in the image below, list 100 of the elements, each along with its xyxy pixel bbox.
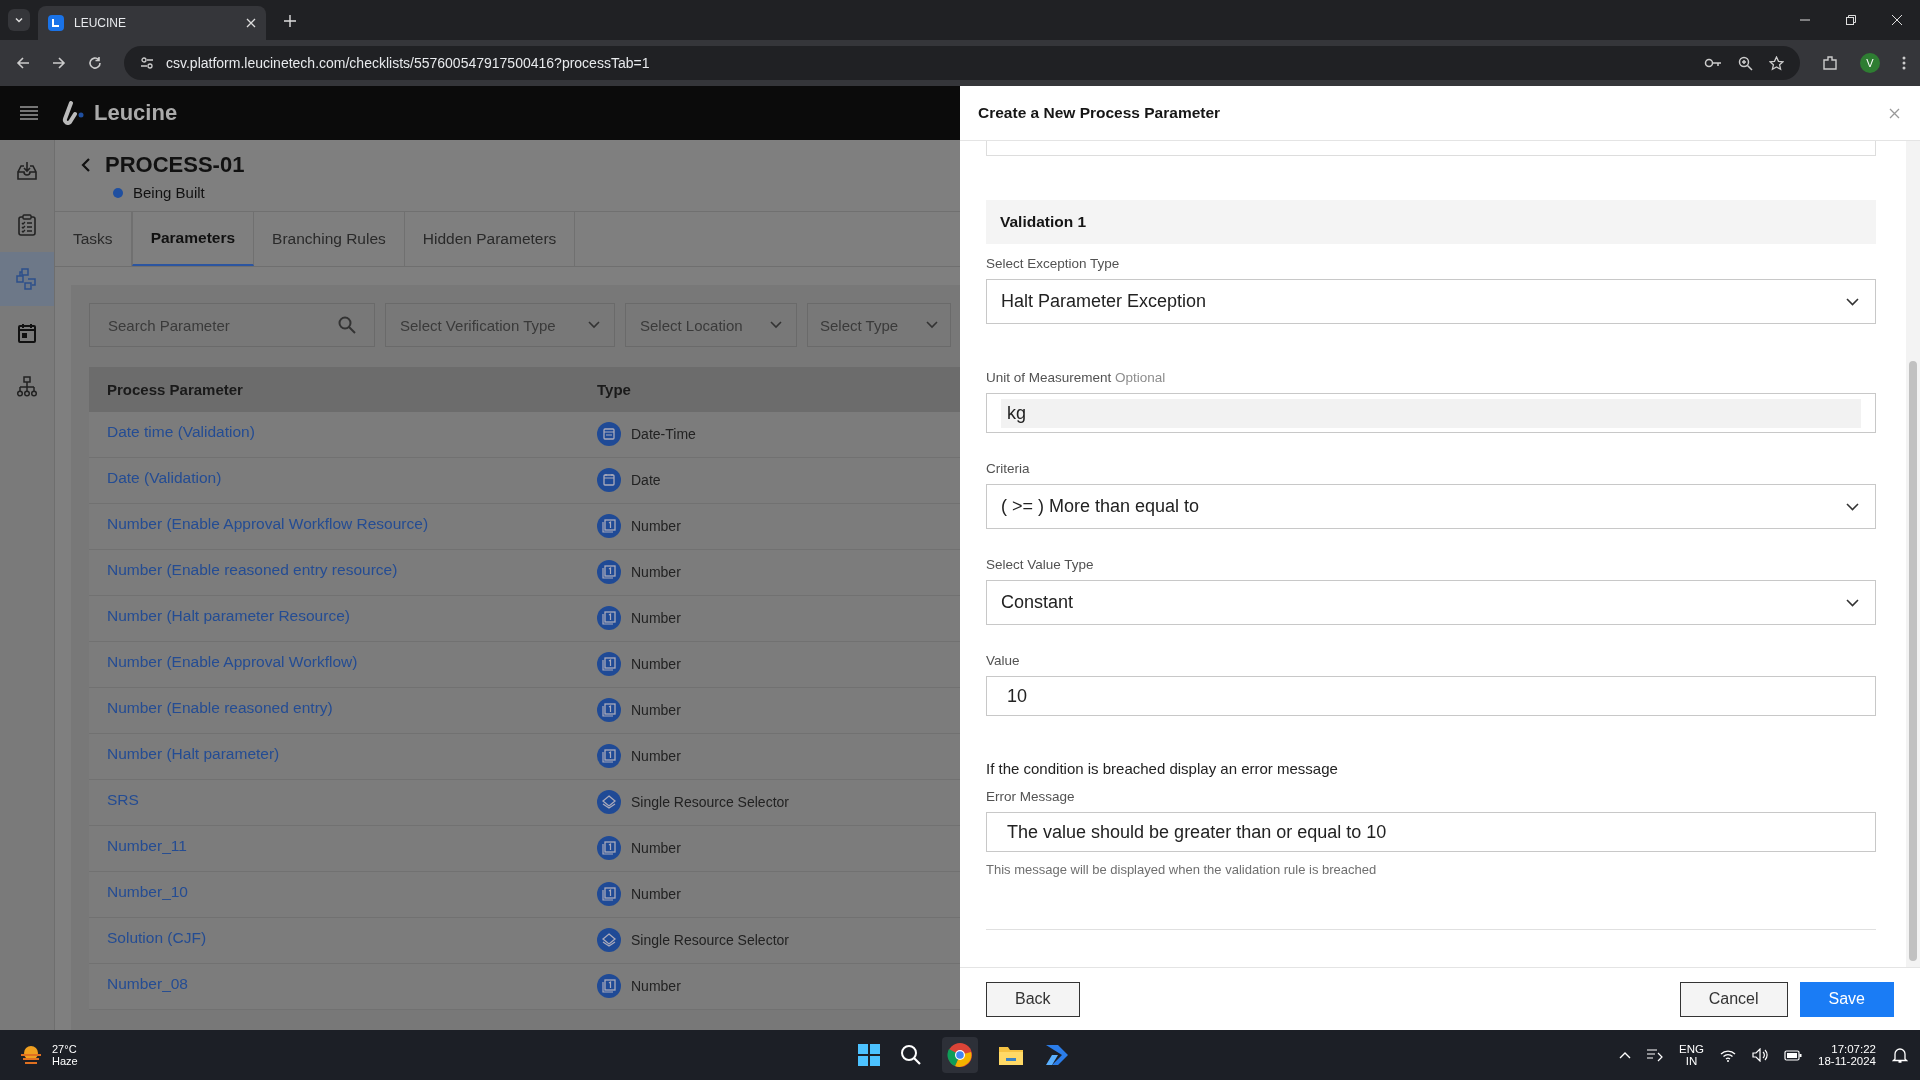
status-dot <box>113 187 123 198</box>
helper-text: This message will be displayed when the validation rule is breached <box>986 862 1378 877</box>
forward-icon[interactable] <box>52 56 66 70</box>
panel-title: Create a New Process Parameter <box>978 104 1221 122</box>
select-field[interactable]: Constant <box>986 580 1876 625</box>
select-field[interactable]: Halt Parameter Exception <box>986 279 1876 324</box>
search-field[interactable]: Search Parameter <box>89 303 375 347</box>
restore-icon[interactable] <box>1846 15 1856 25</box>
input-field[interactable] <box>986 141 1876 156</box>
scrollbar-thumb[interactable] <box>1909 361 1917 961</box>
search-icon[interactable] <box>900 1044 922 1066</box>
save-button[interactable]: Save <box>1799 981 1894 1017</box>
filter-dropdown[interactable]: Select Location <box>625 303 797 347</box>
type-label: Date-Time <box>631 426 696 442</box>
parameter-link[interactable]: Number (Enable Approval Workflow) <box>107 653 358 670</box>
more-icon[interactable] <box>1902 56 1906 70</box>
region-label[interactable]: IN <box>1685 1055 1698 1067</box>
parameter-link[interactable]: Number (Halt parameter) <box>107 745 280 762</box>
number-icon <box>597 606 621 630</box>
field-label: Value <box>986 653 1021 668</box>
layers-icon <box>597 790 621 814</box>
parameter-link[interactable]: Number (Enable reasoned entry resource) <box>107 561 398 578</box>
calendar-icon <box>17 323 37 343</box>
tab[interactable]: Parameters <box>131 212 255 266</box>
page-title: PROCESS-01 <box>105 152 245 178</box>
clock-date[interactable]: 18-11-2024 <box>1818 1055 1876 1067</box>
parameter-link[interactable]: Number_11 <box>107 837 187 854</box>
select-field[interactable]: ( >= ) More than equal to <box>986 484 1876 529</box>
flow-icon <box>16 268 38 290</box>
number-icon <box>597 652 621 676</box>
language-label[interactable]: ENG <box>1679 1043 1704 1055</box>
clock-time[interactable]: 17:07:22 <box>1831 1043 1876 1055</box>
type-label: Single Resource Selector <box>631 794 789 810</box>
tab[interactable]: Tasks <box>55 212 132 266</box>
reload-icon[interactable] <box>88 56 102 70</box>
windows-icon[interactable] <box>858 1044 880 1066</box>
number-icon <box>597 882 621 906</box>
profile-avatar[interactable]: V <box>1860 53 1880 73</box>
field-label: Select Exception Type <box>986 256 1121 271</box>
type-label: Number <box>631 702 681 718</box>
filter-dropdown[interactable]: Select Verification Type <box>385 303 615 347</box>
number-icon <box>597 514 621 538</box>
chevron-down-icon <box>770 321 782 329</box>
browser-tab[interactable]: LEUCINE <box>38 6 266 40</box>
number-icon <box>597 744 621 768</box>
back-button[interactable]: Back <box>986 981 1080 1017</box>
filter-dropdown[interactable]: Select Type <box>807 303 951 347</box>
address-bar[interactable]: csv.platform.leucinetech.com/checklists/557600547917500416?processTab=1 <box>124 46 1800 80</box>
parameter-link[interactable]: Number (Halt parameter Resource) <box>107 607 350 624</box>
parameter-link[interactable]: Number_10 <box>107 883 188 900</box>
wifi-icon[interactable] <box>1720 1048 1736 1062</box>
battery-icon[interactable] <box>1784 1049 1802 1061</box>
input-field[interactable]: kg <box>986 393 1876 433</box>
parameter-link[interactable]: Number (Enable Approval Workflow Resource) <box>107 515 429 532</box>
chevron-down-icon <box>926 321 938 329</box>
instruction-text: If the condition is breached display an error message <box>986 760 1339 777</box>
field-label: Select Value Type <box>986 557 1095 572</box>
cancel-button[interactable]: Cancel <box>1679 981 1788 1017</box>
parameter-link[interactable]: Date (Validation) <box>107 469 222 486</box>
star-icon[interactable] <box>1769 55 1784 71</box>
new-tab-icon[interactable] <box>284 15 296 27</box>
tab-title: LEUCINE <box>74 16 127 30</box>
site-settings-icon[interactable] <box>140 56 154 70</box>
zoom-icon[interactable] <box>1738 55 1753 71</box>
notification-icon[interactable] <box>1892 1047 1908 1063</box>
parameter-link[interactable]: Number_08 <box>107 975 188 992</box>
menu-icon[interactable] <box>20 106 38 120</box>
extensions-icon[interactable] <box>1822 55 1838 71</box>
type-label: Number <box>631 840 681 856</box>
parameter-link[interactable]: SRS <box>107 791 139 808</box>
field-label: Error Message <box>986 789 1076 804</box>
input-field[interactable]: The value should be greater than or equal to 10 <box>986 812 1876 852</box>
back-icon[interactable] <box>81 157 91 173</box>
folder-icon[interactable] <box>998 1044 1024 1066</box>
column-header: Type <box>597 381 632 398</box>
parameter-link[interactable]: Solution (CJF) <box>107 929 207 946</box>
volume-icon[interactable] <box>1752 1048 1768 1062</box>
tab[interactable]: Branching Rules <box>254 212 405 266</box>
type-label: Number <box>631 518 681 534</box>
tab[interactable]: Hidden Parameters <box>404 212 576 266</box>
site-icon <box>48 15 64 31</box>
logo-icon <box>62 101 86 125</box>
pen-menu-icon[interactable] <box>1647 1048 1664 1062</box>
chevron-down-icon <box>1846 297 1859 306</box>
parameter-link[interactable]: Date time (Validation) <box>107 423 255 440</box>
chevron-up-icon[interactable] <box>1619 1051 1632 1059</box>
chevron-down-icon <box>1846 598 1859 607</box>
type-label: Date <box>631 472 661 488</box>
parameter-link[interactable]: Number (Enable reasoned entry) <box>107 699 333 716</box>
browser-taskbar-icon[interactable] <box>942 1037 978 1073</box>
temperature: 27°C <box>52 1043 78 1055</box>
key-icon[interactable] <box>1704 57 1722 69</box>
brand-name: Leucine <box>94 100 178 126</box>
status-label: Being Built <box>133 184 205 201</box>
input-field[interactable]: 10 <box>986 676 1876 716</box>
section-title: Validation 1 <box>1000 213 1087 231</box>
column-header: Process Parameter <box>106 381 244 398</box>
tab-search-icon[interactable] <box>8 9 30 31</box>
type-label: Number <box>631 748 681 764</box>
app-icon[interactable] <box>1044 1044 1070 1066</box>
